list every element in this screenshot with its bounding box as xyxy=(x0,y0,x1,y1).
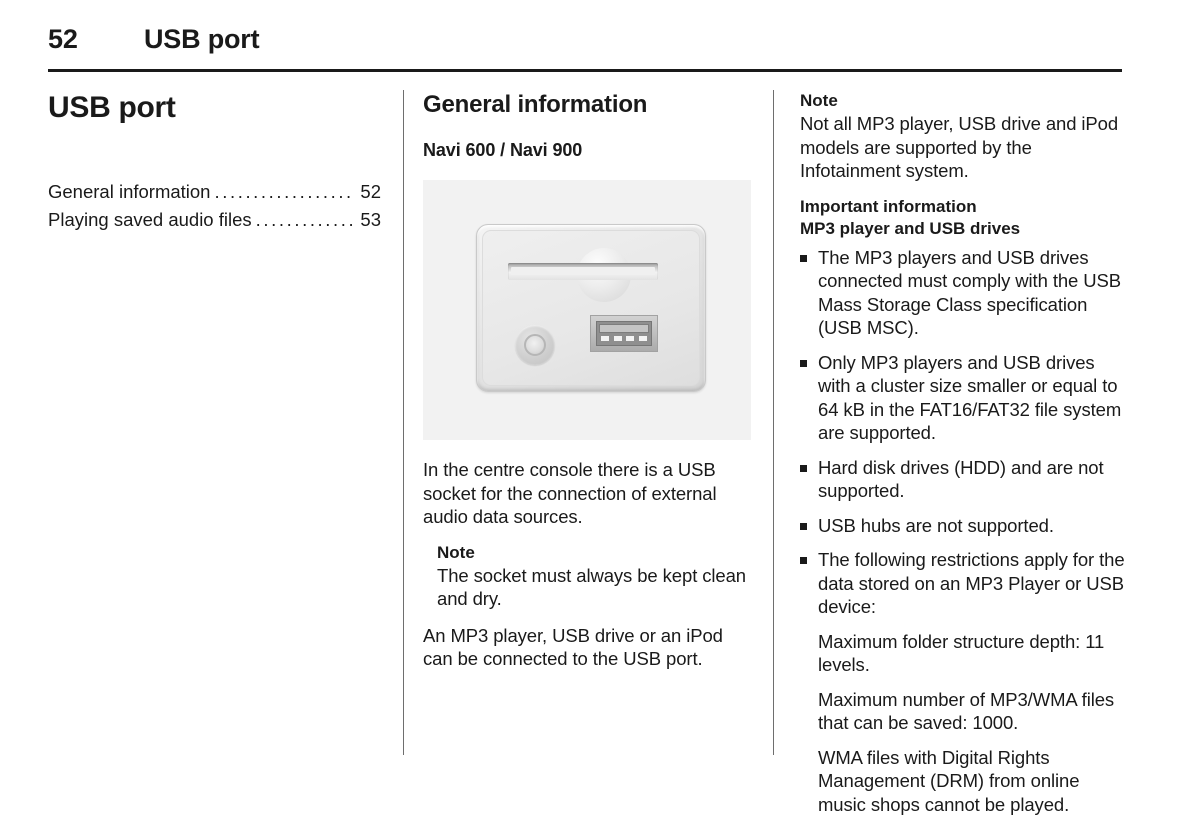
card-slot-icon xyxy=(508,263,658,280)
note-block: Note Not all MP3 player, USB drive and i… xyxy=(800,90,1128,183)
usb-pin xyxy=(601,336,609,341)
console-panel-inner xyxy=(482,230,700,386)
console-panel xyxy=(476,224,706,392)
header-title: USB port xyxy=(144,24,260,54)
note-heading: Note xyxy=(437,542,475,562)
restriction-paragraph: Maximum number of MP3/WMA files that can… xyxy=(818,688,1115,734)
left-column: USB port General information 52 Playing … xyxy=(48,90,381,234)
toc-entry[interactable]: General information 52 xyxy=(48,178,381,206)
toc-entry-label: General information xyxy=(48,181,211,202)
note-body: The socket must always be kept clean and… xyxy=(437,564,746,610)
usb-port-pins xyxy=(601,336,647,341)
important-information-subheading: MP3 player and USB drives xyxy=(800,218,1021,238)
list-item: USB hubs are not supported. xyxy=(800,514,1128,538)
page-number: 52 xyxy=(48,24,78,54)
right-column: Note Not all MP3 player, USB drive and i… xyxy=(800,90,1128,827)
requirements-list: The MP3 players and USB drives connected… xyxy=(800,246,1128,619)
toc-entry-page: 52 xyxy=(360,181,381,202)
table-of-contents: General information 52 Playing saved aud… xyxy=(48,178,381,234)
column-divider-right xyxy=(773,90,774,755)
usb-port-cavity xyxy=(596,321,652,346)
section-title: General information xyxy=(423,91,648,118)
list-item: The following restrictions apply for the… xyxy=(800,548,1128,619)
intro-paragraph: In the centre console there is a USB soc… xyxy=(423,459,717,527)
note-body: Not all MP3 player, USB drive and iPod m… xyxy=(800,113,1119,181)
middle-column: General information Navi 600 / Navi 900 xyxy=(423,90,753,671)
column-divider-left xyxy=(403,90,404,755)
list-item: Only MP3 players and USB drives with a c… xyxy=(800,351,1128,445)
usb-port-tongue xyxy=(599,324,649,333)
toc-entry-label: Playing saved audio files xyxy=(48,209,252,230)
list-item: Hard disk drives (HDD) and are not suppo… xyxy=(800,456,1128,503)
connection-paragraph: An MP3 player, USB drive or an iPod can … xyxy=(423,624,723,670)
restriction-paragraph: WMA files with Digital Rights Management… xyxy=(818,746,1080,815)
restrictions-details: Maximum folder structure depth: 11 level… xyxy=(818,630,1128,817)
note-heading: Note xyxy=(800,91,838,110)
toc-entry[interactable]: Playing saved audio files 53 xyxy=(48,206,381,234)
usb-pin xyxy=(626,336,635,341)
toc-dot-leader xyxy=(256,206,355,234)
important-information-heading: Important information xyxy=(800,196,977,216)
usb-pin xyxy=(638,336,647,341)
note-block: Note The socket must always be kept clea… xyxy=(437,542,753,611)
header-rule xyxy=(48,69,1122,72)
aux-jack-icon xyxy=(515,325,555,365)
toc-entry-page: 53 xyxy=(360,209,381,230)
usb-socket-illustration xyxy=(423,180,751,440)
page-header: 52 USB port xyxy=(48,22,1122,66)
toc-dot-leader xyxy=(214,178,355,206)
subsection-title: Navi 600 / Navi 900 xyxy=(423,140,583,160)
list-item: The MP3 players and USB drives connected… xyxy=(800,246,1128,340)
restriction-paragraph: Maximum folder structure depth: 11 level… xyxy=(818,630,1105,676)
chapter-title: USB port xyxy=(48,91,176,124)
usb-port-icon xyxy=(590,315,658,352)
usb-pin xyxy=(613,336,622,341)
